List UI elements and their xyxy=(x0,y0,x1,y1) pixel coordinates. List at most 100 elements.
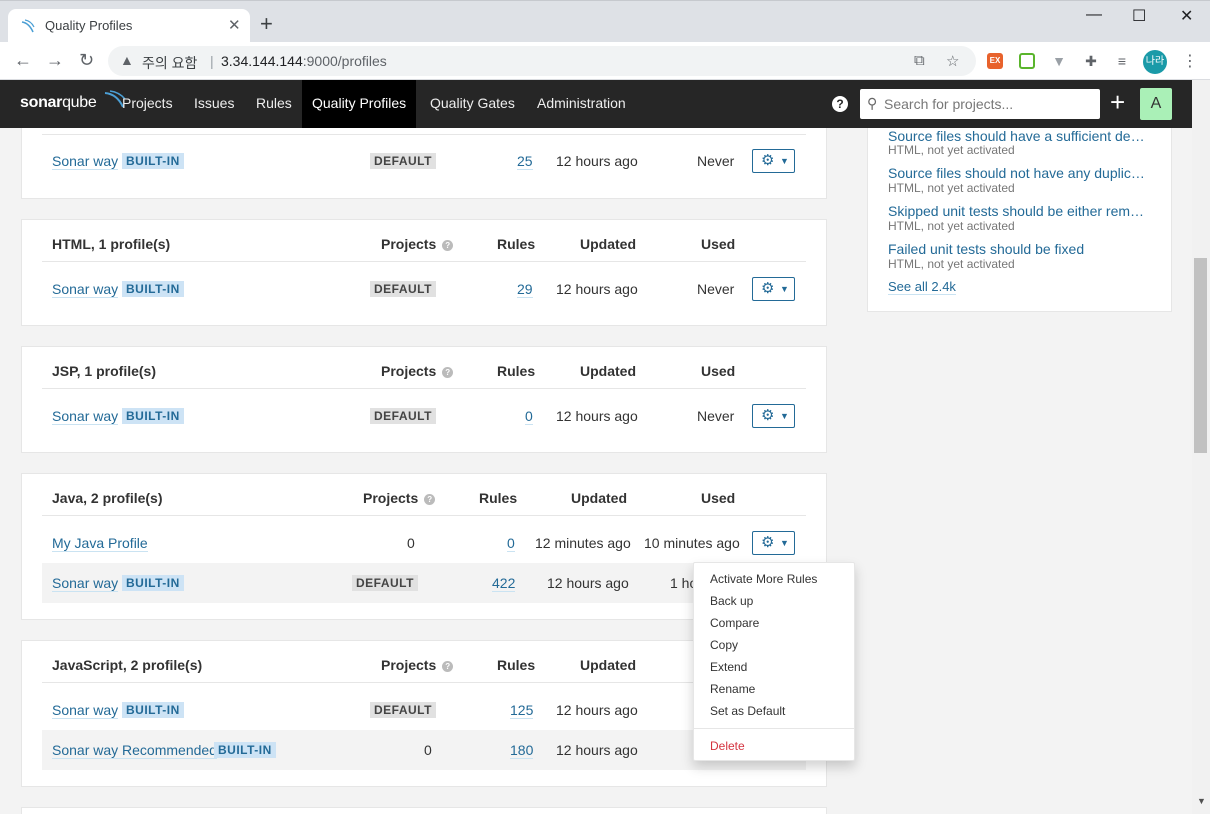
profile-link[interactable]: Sonar way xyxy=(52,575,119,592)
built-in-badge: BUILT-IN xyxy=(122,575,184,591)
minimize-icon[interactable]: — xyxy=(1086,6,1102,24)
menu-item-set-as-default[interactable]: Set as Default xyxy=(710,704,785,718)
page-scrollbar[interactable]: ▼ xyxy=(1192,80,1210,814)
rules-count-link[interactable]: 0 xyxy=(525,408,533,425)
gear-icon: ⚙ xyxy=(761,152,775,169)
caret-down-icon: ▼ xyxy=(780,538,789,548)
language-header: Java, 2 profile(s) xyxy=(52,490,163,506)
rule-meta: HTML, not yet activated xyxy=(888,181,1015,195)
divider xyxy=(42,515,806,516)
rule-link[interactable]: Failed unit tests should be fixed xyxy=(888,241,1150,257)
scrollbar-thumb[interactable] xyxy=(1194,258,1207,453)
language-header: HTML, 1 profile(s) xyxy=(52,236,171,252)
rules-count-link[interactable]: 29 xyxy=(517,281,533,298)
profile-actions-button[interactable]: ⚙ ▼ xyxy=(752,277,795,301)
see-all-link[interactable]: See all 2.4k xyxy=(888,279,956,295)
window-close-icon[interactable]: ✕ xyxy=(1180,6,1193,26)
nav-projects[interactable]: Projects xyxy=(112,80,183,128)
warning-icon[interactable]: ▲ xyxy=(120,52,134,68)
help-icon[interactable]: ? xyxy=(832,96,848,112)
extension-ex-icon[interactable]: EX xyxy=(987,53,1003,69)
extension-green-icon[interactable] xyxy=(1019,53,1035,69)
maximize-icon[interactable]: ☐ xyxy=(1132,6,1146,26)
create-plus-icon[interactable]: + xyxy=(1110,88,1125,116)
divider xyxy=(42,682,806,683)
rules-count-link[interactable]: 180 xyxy=(510,742,534,759)
used-column-header: Used xyxy=(701,490,736,506)
help-icon[interactable]: ? xyxy=(442,661,454,672)
profile-link[interactable]: My Java Profile xyxy=(52,535,148,552)
browser-menu-icon[interactable]: ⋮ xyxy=(1182,51,1198,71)
profile-link[interactable]: Sonar way xyxy=(52,702,119,719)
rules-count-link[interactable]: 25 xyxy=(517,153,533,170)
built-in-badge: BUILT-IN xyxy=(122,153,184,169)
menu-item-delete[interactable]: Delete xyxy=(710,739,745,753)
profile-actions-button[interactable]: ⚙ ▼ xyxy=(752,149,795,173)
help-icon[interactable]: ? xyxy=(442,240,454,251)
caret-down-icon: ▼ xyxy=(780,411,789,421)
profile-link[interactable]: Sonar way xyxy=(52,281,119,298)
projects-count: 0 xyxy=(407,535,415,551)
browser-tab[interactable]: Quality Profiles ✕ xyxy=(8,9,250,43)
tab-close-icon[interactable]: ✕ xyxy=(228,16,241,34)
back-icon[interactable]: ← xyxy=(14,50,32,71)
updated-cell: 12 minutes ago xyxy=(535,535,631,551)
translate-icon[interactable]: ⧉ xyxy=(914,52,925,69)
nav-administration[interactable]: Administration xyxy=(527,80,636,128)
search-input[interactable] xyxy=(884,89,1094,119)
profile-actions-button[interactable]: ⚙ ▼ xyxy=(752,404,795,428)
menu-item-copy[interactable]: Copy xyxy=(710,638,738,652)
reload-icon[interactable]: ↻ xyxy=(79,50,94,71)
scroll-down-arrow-icon[interactable]: ▼ xyxy=(1197,796,1206,806)
rule-link[interactable]: Source files should not have any duplica… xyxy=(888,165,1150,181)
url-text[interactable]: 3.34.144.144:9000/profiles xyxy=(221,53,387,69)
updated-column-header: Updated xyxy=(580,236,636,252)
menu-item-activate-more-rules[interactable]: Activate More Rules xyxy=(710,572,817,586)
default-badge: DEFAULT xyxy=(352,575,418,591)
extension-v-icon[interactable]: ▼ xyxy=(1051,53,1067,69)
built-in-badge: BUILT-IN xyxy=(122,281,184,297)
search-box[interactable]: ⚲ xyxy=(860,89,1100,119)
rule-meta: HTML, not yet activated xyxy=(888,219,1015,233)
profile-actions-button-active[interactable]: ⚙ ▼ xyxy=(752,531,795,555)
menu-item-back-up[interactable]: Back up xyxy=(710,594,753,608)
profile-link[interactable]: Sonar way xyxy=(52,408,119,425)
media-queue-icon[interactable]: ≡ xyxy=(1114,53,1130,69)
nav-issues[interactable]: Issues xyxy=(184,80,244,128)
nav-quality-profiles[interactable]: Quality Profiles xyxy=(302,80,417,128)
new-tab-icon[interactable]: + xyxy=(260,13,273,35)
language-header: JSP, 1 profile(s) xyxy=(52,363,157,379)
extensions-puzzle-icon[interactable]: ✚ xyxy=(1083,53,1099,69)
address-bar[interactable]: ▲ 주의 요함 | 3.34.144.144:9000/profiles ⧉ ☆ xyxy=(108,46,976,76)
rule-link[interactable]: Source files should have a sufficient de… xyxy=(888,128,1150,144)
built-in-badge: BUILT-IN xyxy=(122,408,184,424)
profile-link[interactable]: Sonar way Recommended xyxy=(52,742,217,759)
security-warning[interactable]: 주의 요함 xyxy=(142,53,197,73)
rules-count-link[interactable]: 422 xyxy=(492,575,516,592)
updated-cell: 12 hours ago xyxy=(556,408,638,424)
updated-column-header: Updated xyxy=(580,657,636,673)
browser-profile-avatar[interactable]: 나라 xyxy=(1143,50,1167,74)
nav-rules[interactable]: Rules xyxy=(246,80,302,128)
projects-column-header: Projects? xyxy=(381,657,454,673)
forward-icon[interactable]: → xyxy=(46,50,64,71)
help-icon[interactable]: ? xyxy=(424,494,436,505)
help-icon[interactable]: ? xyxy=(442,367,454,378)
menu-item-rename[interactable]: Rename xyxy=(710,682,755,696)
sonarqube-logo[interactable]: sonarqube xyxy=(20,90,126,112)
nav-quality-gates[interactable]: Quality Gates xyxy=(420,80,525,128)
menu-item-compare[interactable]: Compare xyxy=(710,616,759,630)
gear-icon: ⚙ xyxy=(761,407,775,424)
rule-link[interactable]: Skipped unit tests should be either remo… xyxy=(888,203,1150,219)
user-avatar[interactable]: A xyxy=(1140,88,1172,120)
rules-count-link[interactable]: 125 xyxy=(510,702,534,719)
bookmark-star-icon[interactable]: ☆ xyxy=(946,52,959,70)
rules-count-link[interactable]: 0 xyxy=(507,535,515,552)
rules-column-header: Rules xyxy=(479,490,518,506)
menu-item-extend[interactable]: Extend xyxy=(710,660,747,674)
updated-cell: 12 hours ago xyxy=(556,153,638,169)
default-badge: DEFAULT xyxy=(370,281,436,297)
profile-link[interactable]: Sonar way xyxy=(52,153,119,170)
profile-card-next xyxy=(21,807,827,814)
used-cell: Never xyxy=(697,153,735,169)
